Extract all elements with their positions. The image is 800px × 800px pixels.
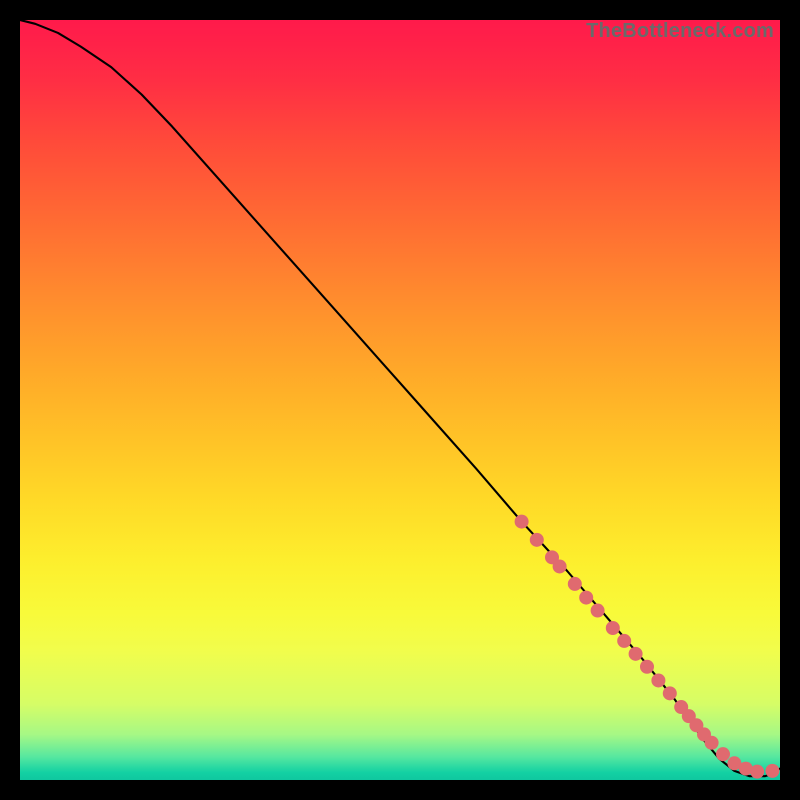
scatter-marker	[617, 634, 631, 648]
attribution-label: TheBottleneck.com	[586, 20, 774, 43]
curve-path-line	[20, 20, 780, 776]
scatter-marker	[553, 559, 567, 573]
curve-path	[20, 20, 780, 776]
scatter-marker	[629, 647, 643, 661]
scatter-marker	[640, 660, 654, 674]
scatter-marker	[765, 764, 779, 778]
scatter-marker	[568, 577, 582, 591]
chart-frame: TheBottleneck.com	[20, 20, 780, 780]
scatter-marker	[663, 686, 677, 700]
scatter-marker	[750, 765, 764, 779]
scatter-marker	[716, 747, 730, 761]
scatter-marker	[515, 515, 529, 529]
chart-svg	[20, 20, 780, 780]
scatter-marker	[651, 673, 665, 687]
scatter-marker	[705, 736, 719, 750]
scatter-marker	[579, 591, 593, 605]
scatter-marker	[591, 604, 605, 618]
scatter-marker	[530, 533, 544, 547]
scatter-markers	[515, 515, 780, 779]
scatter-marker	[606, 621, 620, 635]
